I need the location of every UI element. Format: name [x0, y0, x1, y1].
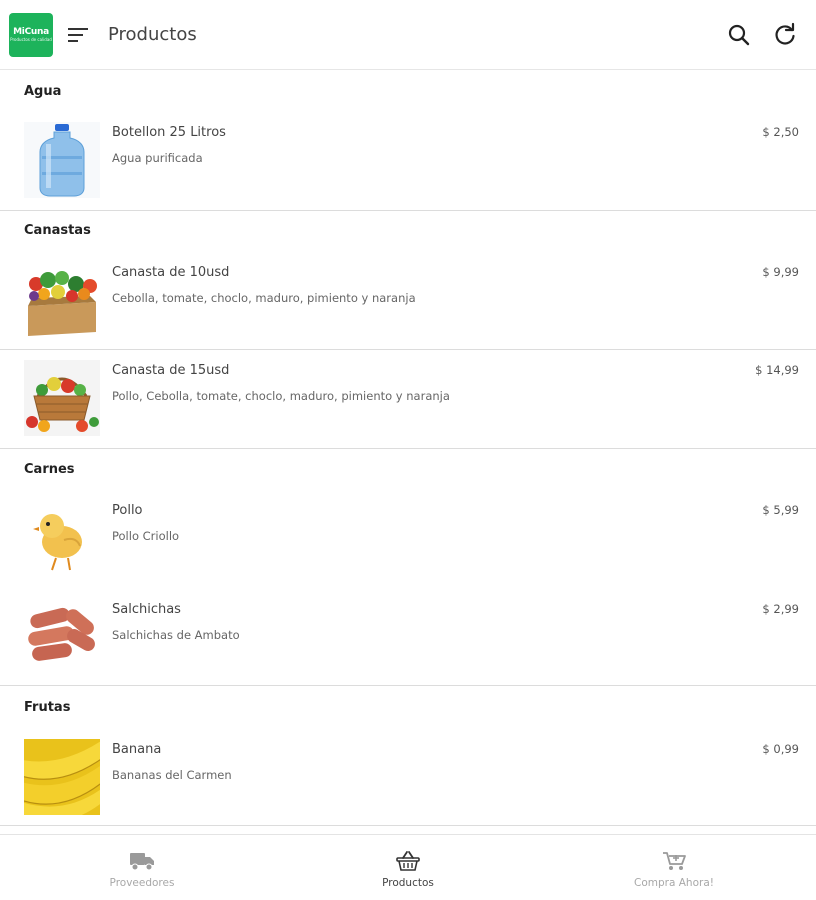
logo-text: MiCuna: [13, 27, 49, 37]
tab-label: Compra Ahora!: [634, 877, 714, 889]
product-description: Salchichas de Ambato: [112, 628, 240, 642]
basket-icon: [393, 849, 423, 873]
tab-proveedores[interactable]: Proveedores: [6, 835, 278, 900]
app-header: MiCuna Productos de calidad Productos: [0, 0, 816, 70]
group-title-carnes: Carnes: [24, 462, 75, 477]
product-description: Cebolla, tomate, choclo, maduro, pimient…: [112, 291, 416, 305]
product-image-vegetable-basket: [24, 360, 100, 436]
group-title-canastas: Canastas: [24, 223, 91, 238]
divider: [0, 825, 816, 826]
bottom-navigation: Proveedores Productos Compra Ahora!: [0, 834, 816, 900]
menu-icon[interactable]: [66, 24, 90, 46]
cart-icon: [659, 849, 689, 873]
product-name: Pollo: [112, 503, 143, 518]
product-list: Agua Botellon 25 Litros Agua purificada …: [0, 70, 816, 830]
divider: [0, 349, 816, 350]
product-name: Canasta de 15usd: [112, 363, 230, 378]
product-image-water-jug: [24, 122, 100, 198]
product-image-sausages: [24, 599, 100, 675]
product-name: Canasta de 10usd: [112, 265, 230, 280]
divider: [0, 210, 816, 211]
list-item[interactable]: Salchichas Salchichas de Ambato $ 2,99: [0, 599, 816, 677]
product-description: Pollo, Cebolla, tomate, choclo, maduro, …: [112, 389, 450, 403]
product-image-vegetable-box: [24, 262, 100, 338]
search-icon[interactable]: [726, 22, 752, 48]
tab-label: Proveedores: [109, 877, 175, 889]
tab-productos[interactable]: Productos: [272, 835, 544, 900]
divider: [0, 685, 816, 686]
list-item[interactable]: Canasta de 15usd Pollo, Cebolla, tomate,…: [0, 360, 816, 438]
app-logo[interactable]: MiCuna Productos de calidad: [9, 13, 53, 57]
product-description: Pollo Criollo: [112, 529, 180, 543]
list-item[interactable]: Pollo Pollo Criollo $ 5,99: [0, 500, 816, 578]
product-description: Agua purificada: [112, 151, 203, 165]
tab-label: Productos: [382, 877, 434, 889]
product-price: $ 0,99: [762, 742, 799, 756]
product-price: $ 14,99: [755, 363, 799, 377]
truck-icon: [127, 849, 157, 873]
product-price: $ 5,99: [762, 503, 799, 517]
group-title-agua: Agua: [24, 84, 62, 99]
page-title: Productos: [108, 24, 197, 45]
product-price: $ 2,50: [762, 125, 799, 139]
product-price: $ 2,99: [762, 602, 799, 616]
product-image-chick: [24, 500, 100, 576]
product-image-bananas: [24, 739, 100, 815]
product-description: Bananas del Carmen: [112, 768, 232, 782]
divider: [0, 448, 816, 449]
group-title-frutas: Frutas: [24, 700, 71, 715]
list-item[interactable]: Banana Bananas del Carmen $ 0,99: [0, 739, 816, 817]
product-name: Salchichas: [112, 602, 181, 617]
product-name: Banana: [112, 742, 162, 757]
tab-compra-ahora[interactable]: Compra Ahora!: [538, 835, 810, 900]
product-price: $ 9,99: [762, 265, 799, 279]
list-item[interactable]: Canasta de 10usd Cebolla, tomate, choclo…: [0, 262, 816, 340]
product-name: Botellon 25 Litros: [112, 125, 226, 140]
list-item[interactable]: Botellon 25 Litros Agua purificada $ 2,5…: [0, 122, 816, 200]
refresh-icon[interactable]: [772, 22, 798, 48]
logo-subtext: Productos de calidad: [10, 37, 52, 42]
